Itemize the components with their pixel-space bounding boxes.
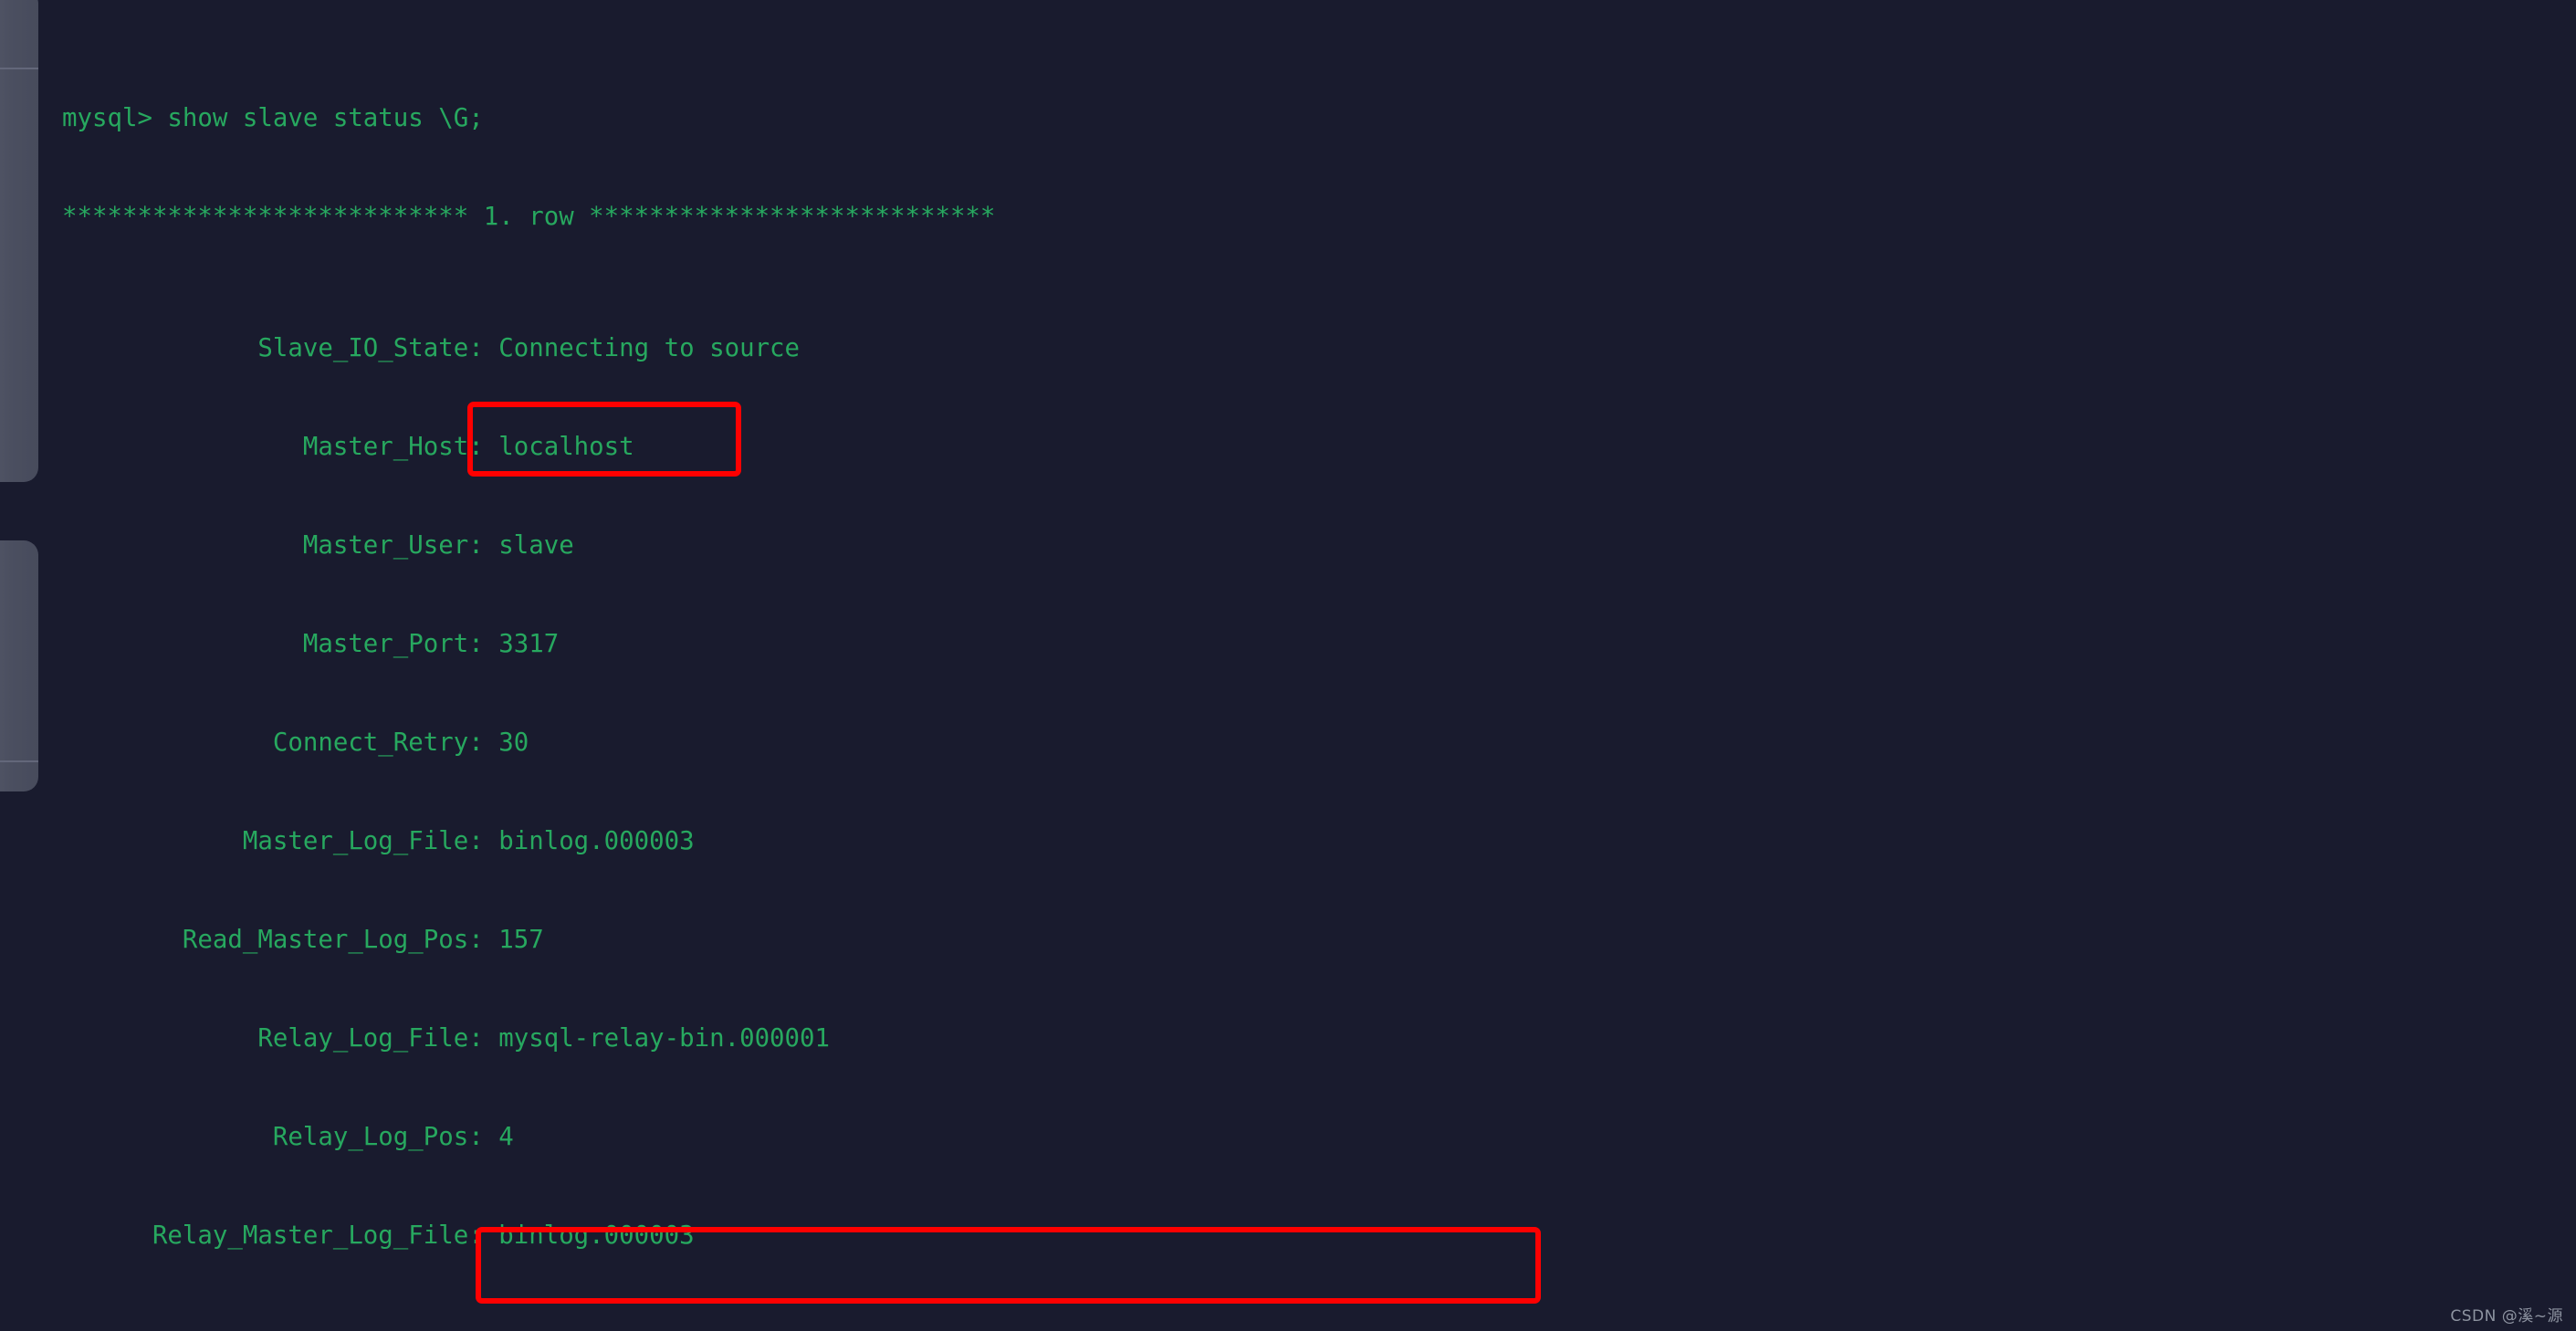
- field-relay-log-file: Relay_Log_File: mysql-relay-bin.000001: [62, 1024, 831, 1053]
- panel-divider: [0, 68, 38, 69]
- terminal-output[interactable]: mysql> show slave status \G; ***********…: [62, 4, 2576, 1331]
- panel-divider: [0, 760, 38, 762]
- row-separator-line: *************************** 1. row *****…: [62, 203, 996, 231]
- watermark: CSDN @溪~源: [2450, 1307, 2563, 1326]
- field-master-port: Master_Port: 3317: [62, 630, 560, 658]
- field-relay-master-log-file: Relay_Master_Log_File: binlog.000003: [62, 1221, 695, 1250]
- field-connect-retry: Connect_Retry: 30: [62, 728, 529, 757]
- terminal-window: mysql> show slave status \G; ***********…: [0, 0, 2576, 1331]
- field-master-log-file: Master_Log_File: binlog.000003: [62, 827, 695, 855]
- field-master-user: Master_User: slave: [62, 531, 574, 560]
- background-window-panel-bottom: [0, 540, 38, 791]
- prompt-line: mysql> show slave status \G;: [62, 104, 484, 132]
- field-read-master-log-pos: Read_Master_Log_Pos: 157: [62, 926, 544, 954]
- field-master-host: Master_Host: localhost: [62, 433, 634, 461]
- background-window-panel-top: [0, 0, 38, 482]
- field-slave-io-state: Slave_IO_State: Connecting to source: [62, 334, 801, 362]
- field-relay-log-pos: Relay_Log_Pos: 4: [62, 1123, 514, 1151]
